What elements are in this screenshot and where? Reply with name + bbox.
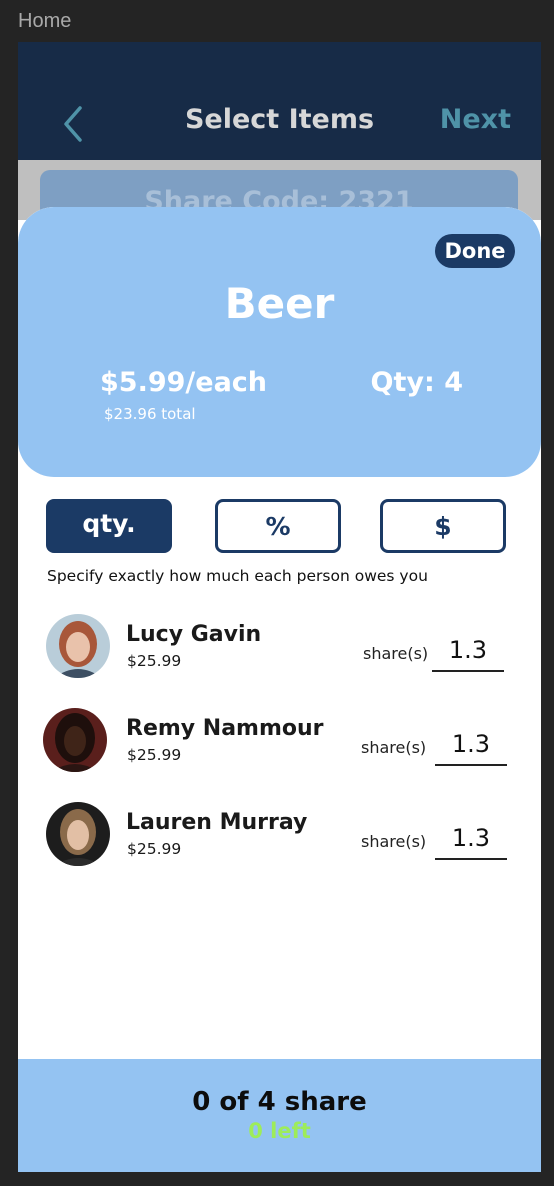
item-name: Beer: [224, 279, 335, 328]
person-name: Lucy Gavin: [126, 622, 262, 647]
person-row: Remy Nammour $25.99 share(s): [18, 708, 541, 778]
instruction-text: Specify exactly how much each person owe…: [47, 567, 428, 585]
share-label: share(s): [363, 644, 429, 663]
person-amount: $25.99: [127, 746, 182, 764]
person-row: Lauren Murray $25.99 share(s): [18, 802, 541, 872]
price-each: $5.99/each: [100, 367, 268, 398]
share-input[interactable]: [435, 818, 507, 860]
tab-dollar[interactable]: $: [380, 499, 506, 553]
tab-qty[interactable]: qty.: [46, 499, 172, 553]
avatar: [43, 708, 107, 772]
frame-label: Home: [18, 10, 72, 32]
split-mode-tabs: qty. % $: [46, 499, 508, 553]
item-sheet: Done Beer $5.99/each $23.96 total Qty: 4…: [18, 207, 541, 1172]
shares-left: 0 left: [248, 1119, 311, 1143]
nav-bar: Select Items Next: [18, 42, 541, 160]
done-button[interactable]: Done: [435, 234, 515, 268]
price-total: $23.96 total: [104, 405, 196, 423]
person-row: Lucy Gavin $25.99 share(s): [18, 614, 541, 684]
item-header: Done Beer $5.99/each $23.96 total Qty: 4: [18, 207, 541, 477]
share-label: share(s): [361, 832, 427, 851]
shares-assigned-count: 0 of 4 share: [192, 1087, 367, 1117]
avatar: [46, 802, 110, 866]
person-amount: $25.99: [127, 840, 182, 858]
tab-percent[interactable]: %: [215, 499, 341, 553]
avatar: [46, 614, 110, 678]
person-amount: $25.99: [127, 652, 182, 670]
person-name: Lauren Murray: [126, 810, 308, 835]
person-name: Remy Nammour: [126, 716, 324, 741]
share-input[interactable]: [432, 630, 504, 672]
item-quantity: Qty: 4: [370, 367, 463, 398]
phone-screen: Select Items Next Share Code: 2321 Done …: [18, 42, 541, 1172]
share-summary-footer: 0 of 4 share 0 left: [18, 1059, 541, 1172]
share-label: share(s): [361, 738, 427, 757]
next-button[interactable]: Next: [440, 104, 511, 135]
share-input[interactable]: [435, 724, 507, 766]
